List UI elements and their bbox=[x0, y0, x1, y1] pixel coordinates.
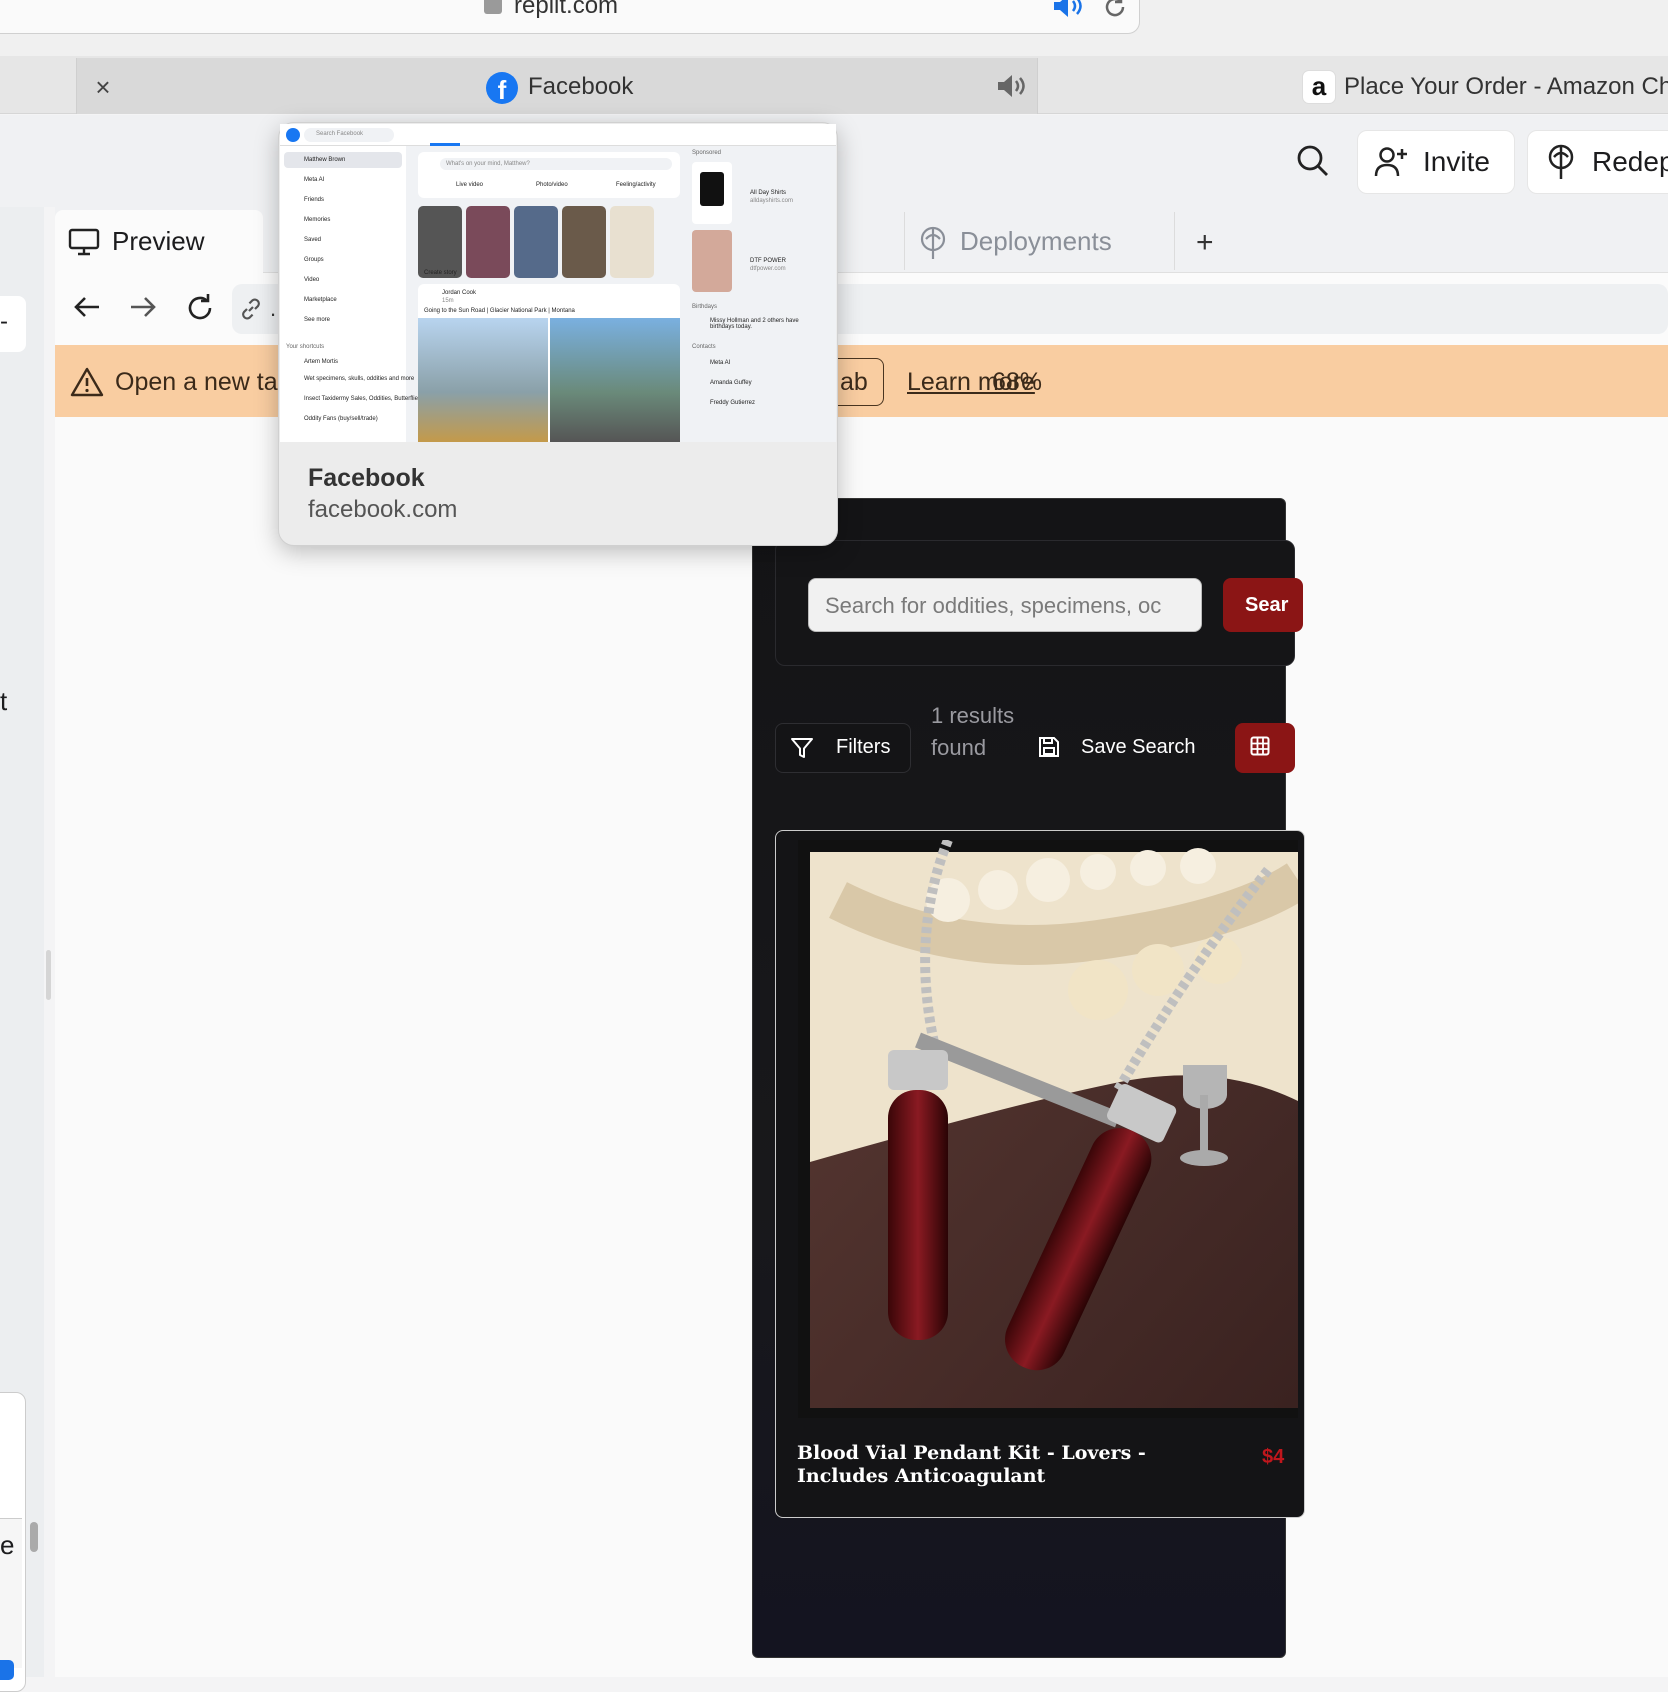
thumb-contact: Meta AI bbox=[710, 360, 731, 366]
thumb-action: Live video bbox=[456, 182, 484, 188]
thumb-shortcut: Wet specimens, skulls, oddities and more bbox=[304, 376, 415, 382]
left-panel-text: t bbox=[0, 686, 8, 716]
popup-url: facebook.com bbox=[308, 496, 458, 523]
thumb-contacts-title: Contacts bbox=[692, 344, 716, 350]
thumb-sponsored: Sponsored bbox=[692, 150, 722, 156]
reload-icon[interactable] bbox=[1102, 0, 1128, 20]
popup-title: Facebook bbox=[308, 464, 425, 492]
filters-label: Filters bbox=[836, 736, 891, 758]
thumb-user: Matthew Brown bbox=[304, 157, 346, 163]
address-text[interactable]: replit.com bbox=[514, 0, 618, 20]
product-price: $4 bbox=[1262, 1446, 1285, 1468]
left-action-button[interactable] bbox=[0, 1660, 14, 1680]
thumb-action: Photo/video bbox=[536, 182, 568, 188]
search-input[interactable]: Search for oddities, specimens, oc bbox=[808, 578, 1202, 632]
thumb-menu-item: Saved bbox=[304, 237, 322, 243]
thumb-shortcut: Oddity Fans (buy/sell/trade) bbox=[304, 416, 378, 422]
add-tab-button[interactable]: + bbox=[1196, 226, 1214, 260]
tab-amazon-label[interactable]: Place Your Order - Amazon Che bbox=[1344, 73, 1668, 101]
thumb-menu-item: Meta AI bbox=[304, 177, 325, 183]
search-button[interactable]: Sear bbox=[1223, 578, 1303, 632]
search-icon[interactable] bbox=[1296, 144, 1330, 178]
thumb-post-text: Going to the Sun Road | Glacier National… bbox=[424, 308, 575, 314]
scrollbar[interactable] bbox=[30, 1522, 38, 1552]
left-panel-text: e bbox=[0, 1530, 15, 1560]
thumb-menu-item: Friends bbox=[304, 197, 325, 203]
product-title[interactable]: Blood Vial Pendant Kit - Lovers - Includ… bbox=[797, 1442, 1207, 1488]
thumb-action: Feeling/activity bbox=[616, 182, 656, 188]
thumb-ad-url: dtfpower.com bbox=[750, 266, 786, 272]
divider bbox=[904, 212, 905, 270]
thumb-shortcuts-title: Your shortcuts bbox=[286, 344, 325, 350]
thumb-ad-title: DTF POWER bbox=[750, 258, 786, 264]
tab-deployments[interactable]: Deployments bbox=[960, 226, 1112, 257]
back-arrow-icon[interactable] bbox=[72, 292, 102, 322]
close-icon[interactable]: × bbox=[92, 74, 114, 100]
open-new-tab-label: ab bbox=[840, 368, 868, 396]
left-panel-text: - bbox=[0, 308, 8, 335]
divider bbox=[1174, 212, 1175, 270]
thumb-menu-item: Video bbox=[304, 277, 320, 283]
thumb-search: Search Facebook bbox=[316, 131, 364, 137]
deploy-icon bbox=[920, 226, 946, 259]
filter-icon bbox=[791, 738, 813, 758]
monitor-icon bbox=[68, 228, 100, 256]
invite-label: Invite bbox=[1423, 146, 1490, 177]
speaker-icon[interactable] bbox=[1052, 0, 1086, 18]
tab-facebook-label: Facebook bbox=[528, 73, 634, 100]
zoom-level: 68% bbox=[992, 368, 1043, 396]
speaker-icon[interactable] bbox=[996, 74, 1028, 98]
url-text: . bbox=[270, 296, 277, 321]
redeploy-label: Redep bbox=[1592, 146, 1668, 177]
product-image[interactable] bbox=[798, 840, 1298, 1418]
thumb-contact: Amanda Guffey bbox=[710, 380, 752, 386]
lock-icon bbox=[484, 0, 502, 14]
thumb-menu-item: Marketplace bbox=[304, 297, 337, 303]
thumb-composer: What's on your mind, Matthew? bbox=[446, 161, 530, 167]
deploy-icon bbox=[1548, 144, 1574, 179]
add-user-icon bbox=[1374, 147, 1407, 177]
thumb-ad-title: All Day Shirts bbox=[750, 190, 787, 196]
thumb-shortcut: Insect Taxidermy Sales, Oddities, Butter… bbox=[304, 396, 421, 402]
thumb-menu-item: Memories bbox=[304, 217, 331, 223]
reload-icon[interactable] bbox=[184, 292, 216, 324]
tab-preview-thumbnail: Search Facebook Matthew Brown Meta AI Fr… bbox=[280, 124, 836, 442]
thumb-post-time: 15m bbox=[442, 298, 454, 304]
tab-preview-label: Preview bbox=[112, 226, 205, 256]
thumb-birthdays-title: Birthdays bbox=[692, 304, 718, 310]
grid-icon bbox=[1250, 736, 1270, 756]
thumb-post-author: Jordan Cook bbox=[442, 290, 477, 296]
thumb-create-story: Create story bbox=[424, 270, 457, 276]
warning-text: Open a new tab bbox=[115, 368, 292, 396]
thumb-shortcut: Artem Mortis bbox=[304, 359, 339, 365]
thumb-ad-url: alldayshirts.com bbox=[750, 198, 794, 204]
facebook-icon: f bbox=[486, 72, 518, 104]
warning-icon bbox=[70, 367, 104, 397]
link-icon bbox=[242, 298, 260, 320]
thumb-menu-item: Groups bbox=[304, 257, 324, 263]
results-count: 1 results found bbox=[931, 703, 1015, 760]
amazon-icon: a bbox=[1302, 70, 1336, 104]
thumb-birthdays-text: Missy Hollman and 2 others have birthday… bbox=[710, 318, 799, 330]
thumb-contact: Freddy Gutierrez bbox=[710, 400, 756, 406]
thumb-menu-item: See more bbox=[304, 317, 331, 323]
forward-arrow-icon[interactable] bbox=[128, 292, 158, 322]
resize-handle[interactable] bbox=[46, 950, 51, 1000]
save-search-button[interactable]: Save Search bbox=[1081, 736, 1196, 759]
save-icon[interactable] bbox=[1038, 736, 1060, 758]
